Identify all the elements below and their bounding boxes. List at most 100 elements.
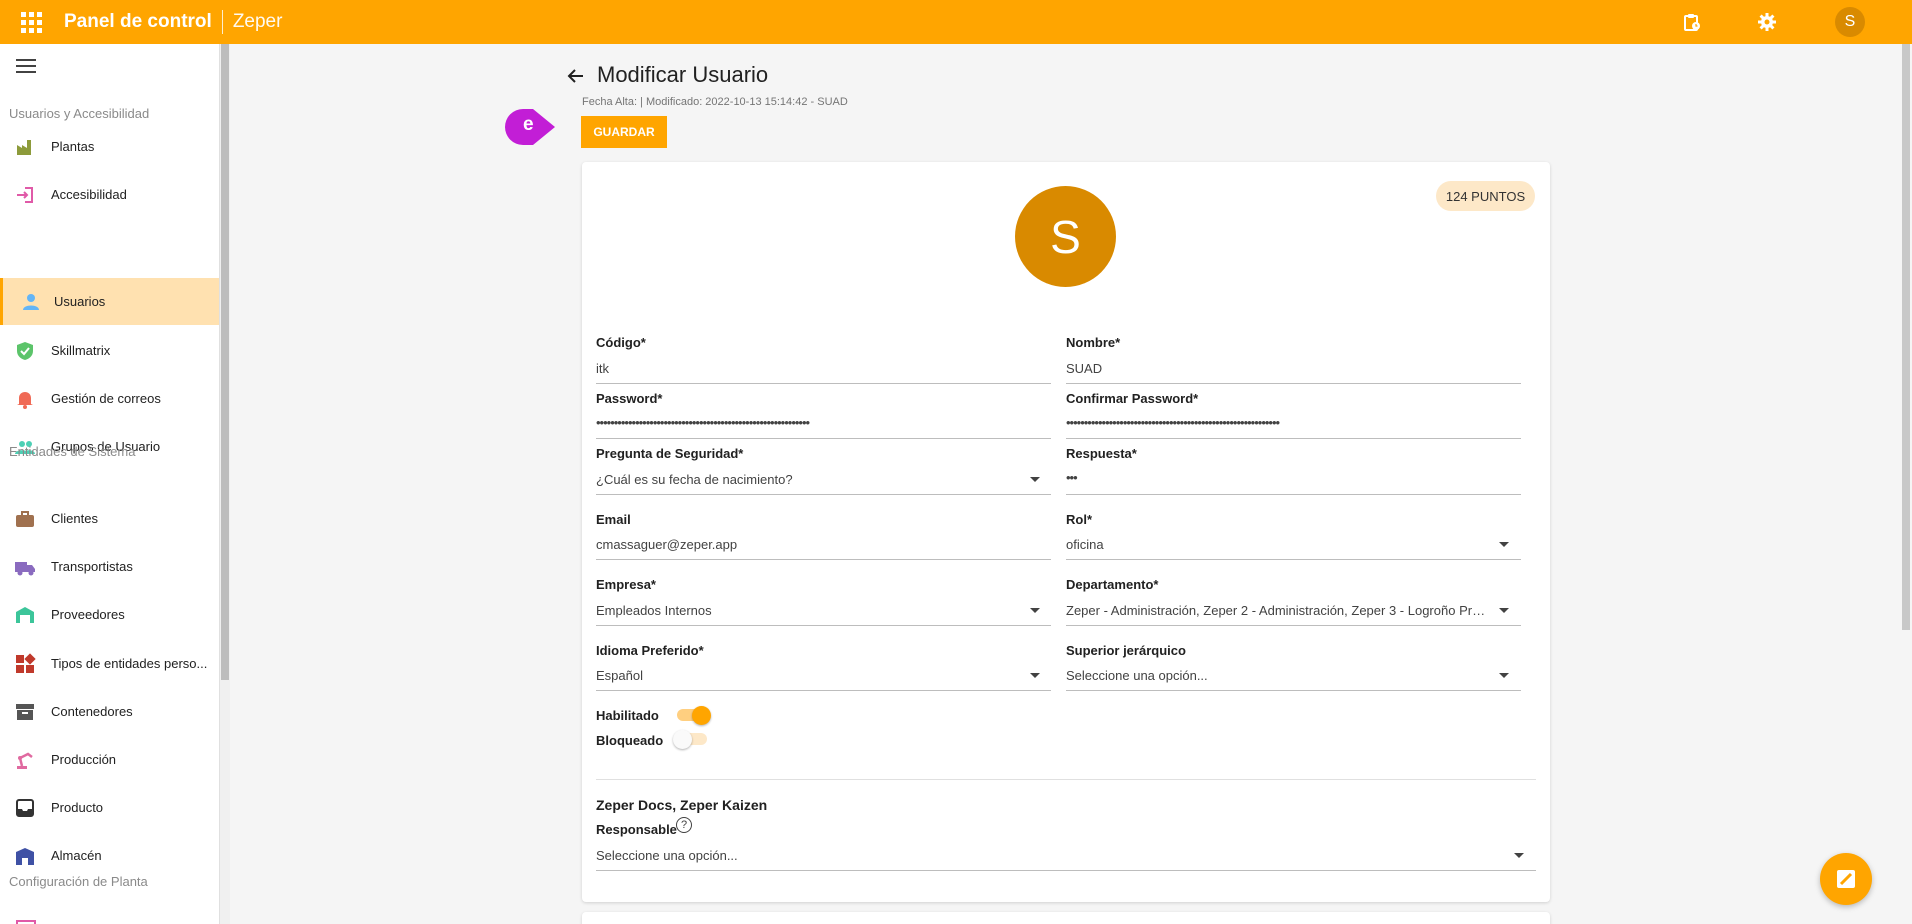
save-button[interactable]: GUARDAR	[581, 116, 667, 148]
page-scrollbar-thumb[interactable]	[1902, 44, 1910, 630]
sidebar-item-clientes[interactable]: Clientes	[0, 495, 219, 542]
user-icon	[23, 293, 39, 310]
chevron-down-icon[interactable]	[1514, 853, 1524, 858]
sidebar-item-transportistas[interactable]: Transportistas	[0, 543, 219, 590]
sidebar-item-label: Producto	[51, 800, 104, 815]
superior-select[interactable]: Seleccione una opción...	[1066, 668, 1486, 683]
password-input[interactable]: ••••••••••••••••••••••••••••••••••••••••…	[596, 415, 1051, 430]
empresa-select[interactable]: Empleados Internos	[596, 603, 1016, 618]
sidebar-item-label: Almacén	[51, 848, 102, 863]
toggle-knob	[673, 730, 692, 749]
section-divider	[596, 779, 1536, 780]
sidebar-item-produccion[interactable]: Producción	[0, 736, 219, 783]
sidebar-item-tipos-entidades[interactable]: Tipos de entidades perso...	[0, 640, 219, 687]
habilitado-toggle[interactable]	[675, 706, 711, 725]
responsable-underline	[596, 870, 1536, 871]
sidebar-item-label: Tipos de entidades perso...	[51, 656, 208, 671]
user-avatar[interactable]: S	[1835, 7, 1865, 37]
email-underline	[596, 559, 1051, 560]
sidebar-item-label: Producción	[51, 752, 117, 767]
bloqueado-toggle[interactable]	[673, 730, 709, 749]
sidebar-item-skillmatrix[interactable]: Skillmatrix	[0, 327, 219, 374]
annotation-marker-label: e	[523, 114, 534, 135]
storehouse-icon	[16, 847, 34, 865]
docs-section-heading: Zeper Docs, Zeper Kaizen	[596, 797, 768, 813]
respuesta-label: Respuesta*	[1066, 446, 1137, 461]
apps-grid-icon[interactable]	[18, 9, 44, 35]
empresa-underline	[596, 625, 1051, 626]
codigo-input[interactable]	[596, 359, 1046, 377]
floating-action-button[interactable]	[1820, 853, 1872, 905]
codigo-underline	[596, 383, 1051, 384]
bloqueado-label: Bloqueado	[596, 733, 664, 748]
empresa-label: Empresa*	[596, 577, 656, 592]
idioma-underline	[596, 690, 1051, 691]
menu-icon[interactable]	[16, 59, 36, 73]
record-meta: Fecha Alta: | Modificado: 2022-10-13 15:…	[582, 96, 848, 108]
sidebar-item-producto[interactable]: Producto	[0, 784, 219, 831]
sidebar-scrollbar-thumb[interactable]	[221, 44, 229, 680]
password-label: Password*	[596, 391, 663, 406]
departamento-select[interactable]: Zeper - Administración, Zeper 2 - Admini…	[1066, 603, 1491, 618]
superior-underline	[1066, 690, 1521, 691]
widgets-icon	[16, 652, 36, 673]
bell-icon	[17, 391, 33, 409]
sidebar-item-almacen[interactable]: Almacén	[0, 832, 219, 879]
sidebar-section-title: Configuración de Planta	[9, 874, 148, 889]
sidebar-item-label: Gestión de correos	[51, 391, 161, 406]
sidebar-item-usuarios[interactable]: Usuarios	[0, 278, 219, 325]
profile-avatar[interactable]: S	[1015, 186, 1116, 287]
chevron-down-icon[interactable]	[1499, 673, 1509, 678]
sidebar-scrollbar[interactable]	[220, 44, 230, 924]
superior-label: Superior jerárquico	[1066, 643, 1186, 658]
confirm-password-input[interactable]: ••••••••••••••••••••••••••••••••••••••••…	[1066, 415, 1521, 430]
calendar-icon	[16, 920, 36, 924]
sidebar-section-title: Usuarios y Accesibilidad	[9, 106, 150, 121]
page-scrollbar[interactable]	[1900, 44, 1912, 924]
sidebar-item-plantas[interactable]: Plantas	[0, 123, 219, 170]
responsable-select[interactable]: Seleccione una opción...	[596, 848, 1496, 863]
chevron-down-icon[interactable]	[1030, 608, 1040, 613]
sidebar-item-label: Skillmatrix	[51, 343, 111, 358]
nombre-input[interactable]	[1066, 359, 1516, 377]
chevron-down-icon[interactable]	[1499, 608, 1509, 613]
points-badge: 124 PUNTOS	[1436, 181, 1535, 211]
pregunta-select[interactable]: ¿Cuál es su fecha de nacimiento?	[596, 472, 1016, 487]
rol-underline	[1066, 559, 1521, 560]
sidebar-item-label: Proveedores	[51, 607, 125, 622]
sidebar-item-label: Contenedores	[51, 704, 133, 719]
nombre-underline	[1066, 383, 1521, 384]
nombre-label: Nombre*	[1066, 335, 1121, 350]
secondary-card	[582, 912, 1550, 924]
idioma-label: Idioma Preferido*	[596, 643, 704, 658]
rol-select[interactable]: oficina	[1066, 537, 1486, 552]
sidebar-item-contenedores[interactable]: Contenedores	[0, 688, 219, 735]
back-arrow-icon[interactable]	[566, 66, 586, 86]
sidebar-item-proveedores[interactable]: Proveedores	[0, 591, 219, 638]
sidebar-section-title: Entidades de Sistema	[9, 444, 136, 459]
chevron-down-icon[interactable]	[1030, 673, 1040, 678]
edit-note-icon	[1837, 870, 1855, 888]
sidebar-item-label: Usuarios	[54, 294, 106, 309]
sidebar-item-label: Transportistas	[51, 559, 133, 574]
help-icon[interactable]: ?	[676, 817, 692, 833]
confirm-password-underline	[1066, 438, 1521, 439]
chevron-down-icon[interactable]	[1499, 542, 1509, 547]
idioma-select[interactable]: Español	[596, 668, 1016, 683]
respuesta-underline	[1066, 494, 1521, 495]
chevron-down-icon[interactable]	[1030, 477, 1040, 482]
briefcase-icon	[16, 510, 34, 527]
gear-icon[interactable]	[1757, 12, 1777, 32]
factory-icon	[17, 139, 31, 155]
habilitado-label: Habilitado	[596, 708, 659, 723]
respuesta-input[interactable]: •••	[1066, 470, 1521, 485]
sidebar-item-accesibilidad[interactable]: Accesibilidad	[0, 171, 219, 218]
sidebar-item-label: Plantas	[51, 139, 95, 154]
clipboard-clock-icon[interactable]	[1682, 12, 1702, 32]
pregunta-underline	[596, 494, 1051, 495]
email-input[interactable]	[596, 535, 1046, 553]
departamento-label: Departamento*	[1066, 577, 1159, 592]
sidebar-item-gestion-correos[interactable]: Gestión de correos	[0, 375, 219, 422]
confirm-password-label: Confirmar Password*	[1066, 391, 1199, 406]
pregunta-label: Pregunta de Seguridad*	[596, 446, 744, 461]
